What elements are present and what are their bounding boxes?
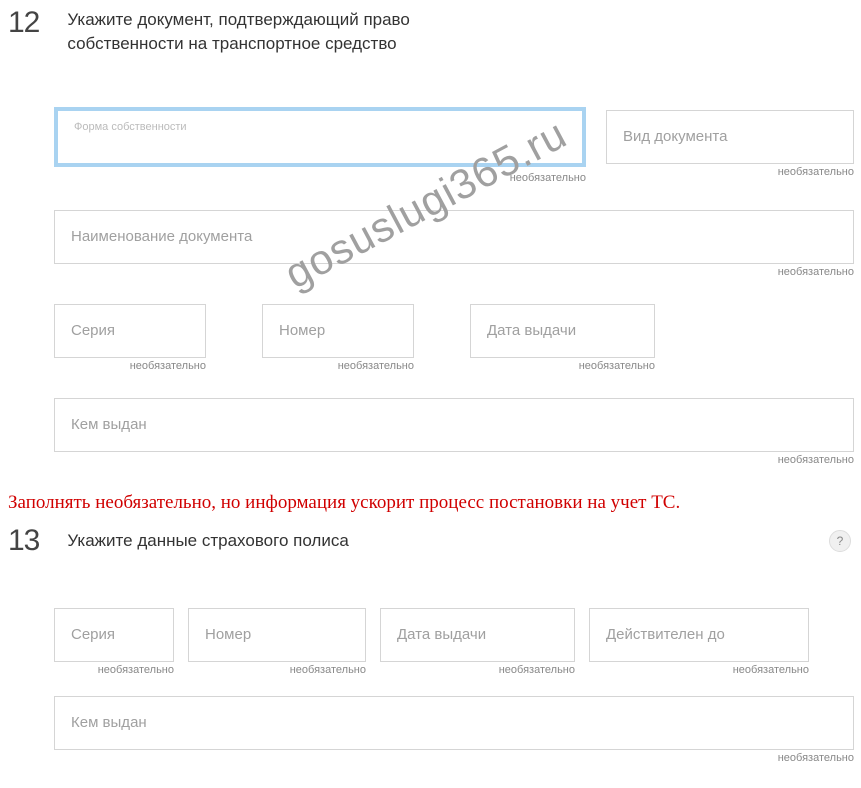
optional-label: необязательно bbox=[188, 664, 366, 676]
section-12: 12 Укажите документ, подтверждающий прав… bbox=[0, 0, 861, 466]
optional-label: необязательно bbox=[54, 664, 174, 676]
optional-label: необязательно bbox=[54, 454, 854, 466]
optional-label: необязательно bbox=[589, 664, 809, 676]
doc-name-input[interactable]: Наименование документа bbox=[54, 210, 854, 264]
valid-until-input[interactable]: Действителен до bbox=[589, 608, 809, 662]
section-13: 13 Укажите данные страхового полиса ? Се… bbox=[0, 520, 861, 764]
issued-by-label: Кем выдан bbox=[71, 416, 147, 433]
help-icon[interactable]: ? bbox=[829, 530, 851, 552]
series-label-13: Серия bbox=[71, 626, 115, 643]
series-label: Серия bbox=[71, 322, 115, 339]
optional-label: необязательно bbox=[262, 360, 414, 372]
number-input-12[interactable]: Номер bbox=[262, 304, 414, 358]
issue-date-label: Дата выдачи bbox=[487, 322, 576, 339]
ownership-form-label: Форма собственности bbox=[74, 121, 187, 133]
optional-label: необязательно bbox=[54, 360, 206, 372]
series-input-12[interactable]: Серия bbox=[54, 304, 206, 358]
optional-label: необязательно bbox=[54, 752, 854, 764]
section-title-12: Укажите документ, подтверждающий право с… bbox=[67, 8, 487, 56]
optional-label: необязательно bbox=[54, 172, 586, 184]
section-title-13: Укажите данные страхового полиса bbox=[67, 529, 348, 553]
annotation-note: Заполнять необязательно, но информация у… bbox=[0, 486, 861, 520]
issue-date-input-12[interactable]: Дата выдачи bbox=[470, 304, 655, 358]
issued-by-input-12[interactable]: Кем выдан bbox=[54, 398, 854, 452]
doc-type-input[interactable]: Вид документа bbox=[606, 110, 854, 164]
issued-by-input-13[interactable]: Кем выдан bbox=[54, 696, 854, 750]
issued-by-label-13: Кем выдан bbox=[71, 714, 147, 731]
issue-date-label-13: Дата выдачи bbox=[397, 626, 486, 643]
optional-label: необязательно bbox=[54, 266, 854, 278]
ownership-form-input[interactable]: Форма собственности bbox=[54, 107, 586, 167]
doc-type-label: Вид документа bbox=[623, 128, 727, 145]
optional-label: необязательно bbox=[606, 166, 854, 178]
series-input-13[interactable]: Серия bbox=[54, 608, 174, 662]
section-number-13: 13 bbox=[8, 526, 39, 556]
doc-name-label: Наименование документа bbox=[71, 228, 252, 245]
section-number-12: 12 bbox=[8, 8, 39, 38]
optional-label: необязательно bbox=[380, 664, 575, 676]
issue-date-input-13[interactable]: Дата выдачи bbox=[380, 608, 575, 662]
number-input-13[interactable]: Номер bbox=[188, 608, 366, 662]
number-label-13: Номер bbox=[205, 626, 251, 643]
optional-label: необязательно bbox=[470, 360, 655, 372]
number-label: Номер bbox=[279, 322, 325, 339]
valid-until-label: Действителен до bbox=[606, 626, 725, 643]
